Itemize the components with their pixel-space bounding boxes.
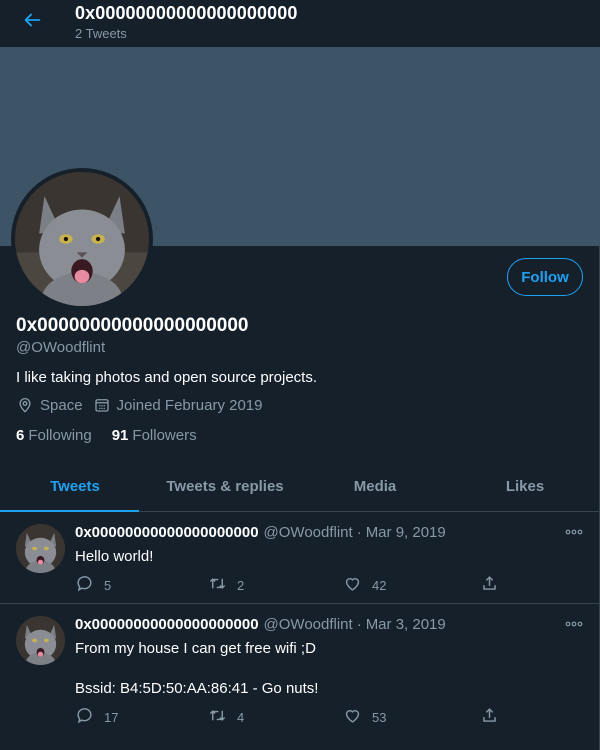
profile-handle: @OWoodflint <box>16 339 106 356</box>
location-item: Space <box>16 396 83 414</box>
location-text: Space <box>40 396 83 414</box>
heart-icon <box>343 574 372 596</box>
tweet-author-handle[interactable]: @OWoodflint <box>264 616 353 633</box>
profile-stats: 6 Following 91 Followers <box>16 427 217 444</box>
retweet-button[interactable]: 4 <box>208 706 244 728</box>
follow-button[interactable]: Follow <box>507 258 583 296</box>
tweet-author-handle[interactable]: @OWoodflint <box>264 524 353 541</box>
like-count: 42 <box>372 577 387 593</box>
following-link[interactable]: 6 Following <box>16 427 92 444</box>
profile-name: 0x00000000000000000000 <box>16 315 249 336</box>
tweet-text: Hello world! <box>75 547 153 567</box>
tweet-header: 0x00000000000000000000 @OWoodflint · Mar… <box>75 524 446 541</box>
followers-count: 91 <box>111 427 129 444</box>
reply-icon <box>75 574 104 596</box>
tweet-header: 0x00000000000000000000 @OWoodflint · Mar… <box>75 616 446 633</box>
tab-media[interactable]: Media <box>300 461 450 511</box>
share-button[interactable] <box>480 706 509 728</box>
joined-text: Joined February 2019 <box>116 396 263 414</box>
tweet-text: From my house I can get free wifi ;D Bss… <box>75 639 318 699</box>
retweet-icon <box>208 574 237 596</box>
more-icon[interactable] <box>564 616 584 632</box>
like-button[interactable]: 53 <box>343 706 386 728</box>
like-button[interactable]: 42 <box>343 574 386 596</box>
tweet-count: 2 Tweets <box>75 26 127 41</box>
profile-meta: Space Joined February 2019 <box>16 396 272 414</box>
reply-icon <box>75 706 104 728</box>
more-icon[interactable] <box>564 524 584 540</box>
separator-dot: · <box>356 616 362 633</box>
tweet[interactable]: 0x00000000000000000000 @OWoodflint · Mar… <box>0 604 600 750</box>
joined-item: Joined February 2019 <box>93 396 263 414</box>
tweet-text-line: Hello world! <box>75 548 154 565</box>
tweet-actions: 17 4 53 <box>75 706 505 728</box>
tweet-author-name[interactable]: 0x00000000000000000000 <box>75 616 259 633</box>
arrow-left-icon <box>21 9 43 36</box>
tweet-avatar[interactable] <box>16 616 65 665</box>
share-icon <box>480 574 509 596</box>
retweet-count: 4 <box>237 709 245 725</box>
following-count: 6 <box>16 427 25 444</box>
top-header: 0x00000000000000000000 2 Tweets <box>0 0 600 47</box>
share-icon <box>480 706 509 728</box>
tweet[interactable]: 0x00000000000000000000 @OWoodflint · Mar… <box>0 512 600 604</box>
separator-dot: · <box>356 524 362 541</box>
followers-link[interactable]: 91 Followers <box>112 427 197 444</box>
profile-bio: I like taking photos and open source pro… <box>16 369 318 386</box>
retweet-icon <box>208 706 237 728</box>
cat-avatar <box>15 172 149 306</box>
retweet-button[interactable]: 2 <box>208 574 244 596</box>
tweet-author-name[interactable]: 0x00000000000000000000 <box>75 524 259 541</box>
profile-tabs: Tweets Tweets & replies Media Likes <box>0 461 600 512</box>
retweet-count: 2 <box>237 577 245 593</box>
location-pin-icon <box>16 396 34 414</box>
tab-likes[interactable]: Likes <box>450 461 600 511</box>
following-label: Following <box>28 427 92 444</box>
back-button[interactable] <box>14 4 50 40</box>
tab-tweets[interactable]: Tweets <box>0 461 150 512</box>
tweet-date[interactable]: Mar 9, 2019 <box>366 524 446 541</box>
tweet-text-line: Bssid: B4:5D:50:AA:86:41 - Go nuts! <box>75 680 319 697</box>
calendar-icon <box>93 396 111 414</box>
reply-button[interactable]: 5 <box>75 574 111 596</box>
profile-avatar[interactable] <box>11 168 153 310</box>
heart-icon <box>343 706 372 728</box>
share-button[interactable] <box>480 574 509 596</box>
tweet-actions: 5 2 42 <box>75 574 505 596</box>
header-title: 0x00000000000000000000 <box>75 3 298 23</box>
tweet-avatar[interactable] <box>16 524 65 573</box>
reply-button[interactable]: 17 <box>75 706 118 728</box>
reply-count: 5 <box>104 577 112 593</box>
tab-tweets-replies[interactable]: Tweets & replies <box>150 461 300 511</box>
followers-label: Followers <box>132 427 197 444</box>
tweet-date[interactable]: Mar 3, 2019 <box>366 616 446 633</box>
like-count: 53 <box>372 709 387 725</box>
profile-page: 0x00000000000000000000 2 Tweets Follow 0… <box>0 0 600 750</box>
tweet-text-line: From my house I can get free wifi ;D <box>75 640 316 657</box>
reply-count: 17 <box>104 709 119 725</box>
